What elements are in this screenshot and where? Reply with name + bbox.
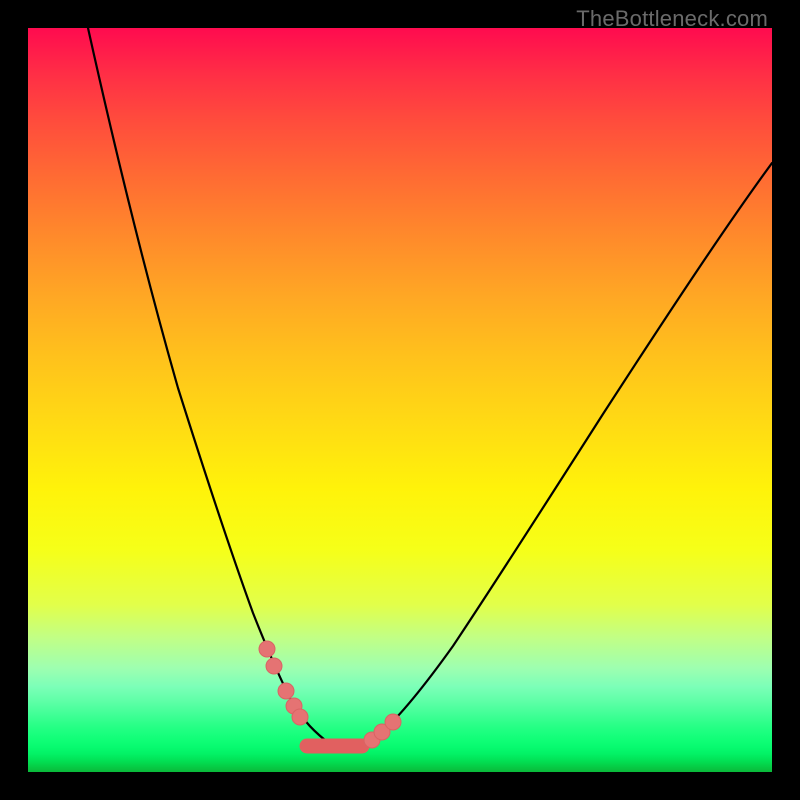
plot-area [28,28,772,772]
marker-dot [292,709,308,725]
watermark-text: TheBottleneck.com [576,6,768,32]
marker-dot [278,683,294,699]
bottleneck-curve [88,28,772,749]
marker-dot [385,714,401,730]
curve-layer [28,28,772,772]
chart-frame: TheBottleneck.com [0,0,800,800]
marker-dot [266,658,282,674]
marker-dot [259,641,275,657]
